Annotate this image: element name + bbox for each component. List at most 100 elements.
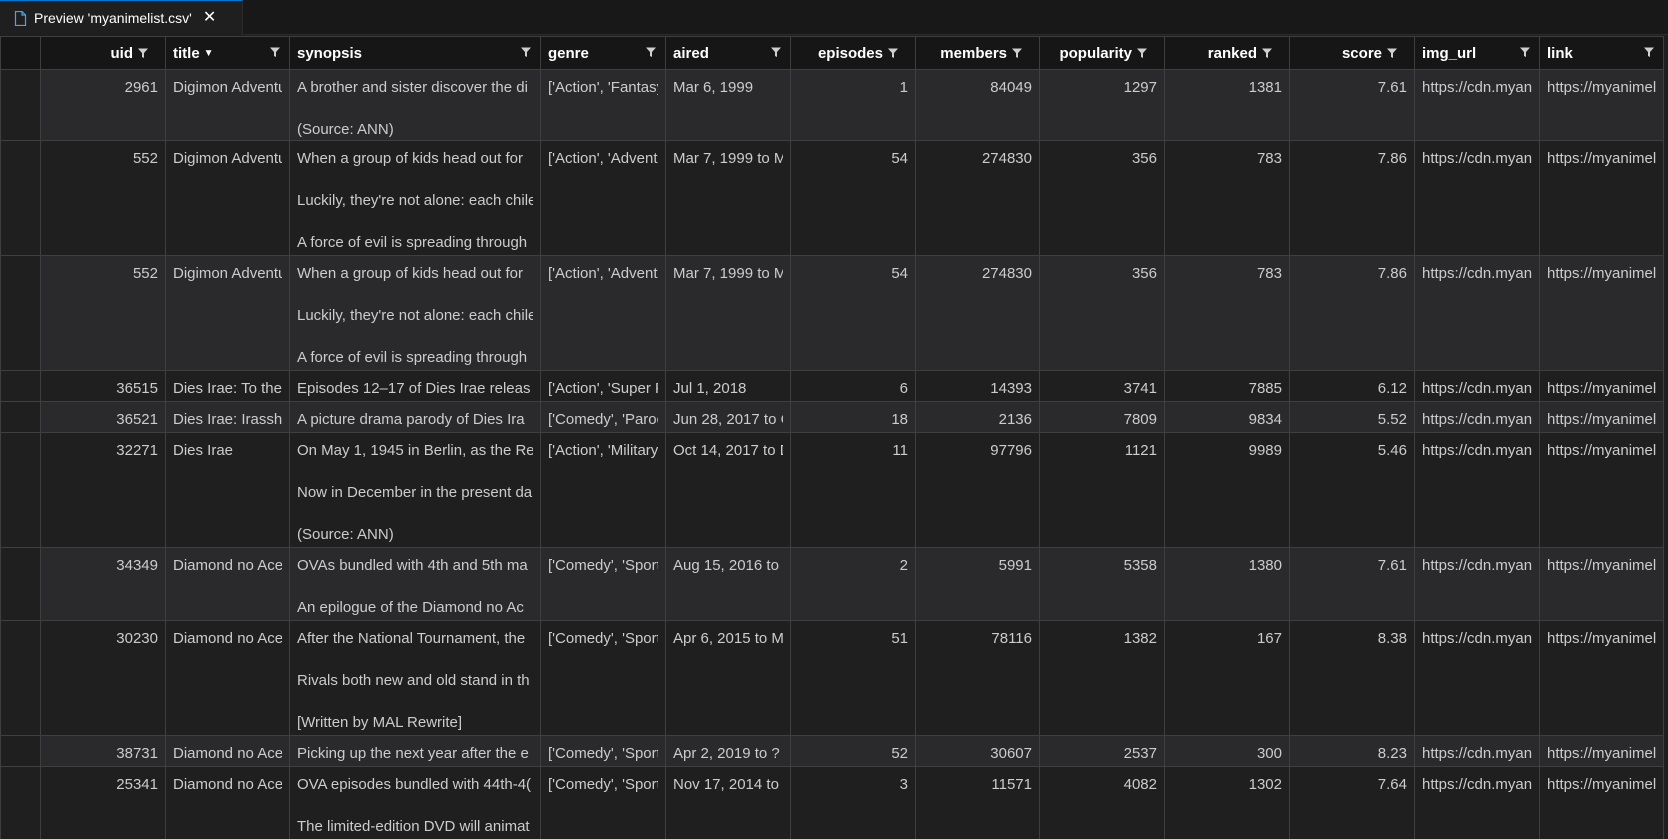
cell-uid[interactable]: 30230 [40,620,166,736]
column-header-aired[interactable]: aired [665,36,791,70]
table-row[interactable]: 2961 Digimon Adventu A brother and sister … [0,69,1664,141]
row-header[interactable] [0,370,41,402]
cell-popularity[interactable]: 4082 [1039,766,1165,839]
row-header[interactable] [0,255,41,371]
cell-ranked[interactable]: 9834 [1164,401,1290,433]
cell-title[interactable]: Diamond no Ace [165,766,290,839]
cell-episodes[interactable]: 18 [790,401,916,433]
cell-uid[interactable]: 36515 [40,370,166,402]
cell-synopsis[interactable]: When a group of kids head out for Luckily… [289,255,541,371]
cell-score[interactable]: 7.86 [1289,255,1415,371]
cell-popularity[interactable]: 1297 [1039,69,1165,141]
cell-synopsis[interactable]: A brother and sister discover the di (Sou… [289,69,541,141]
filter-icon[interactable] [270,47,280,57]
cell-img-url[interactable]: https://cdn.myan [1414,547,1540,621]
cell-link[interactable]: https://myanimel [1539,255,1664,371]
cell-score[interactable]: 8.23 [1289,735,1415,767]
cell-members[interactable]: 78116 [915,620,1040,736]
cell-uid[interactable]: 38731 [40,735,166,767]
filter-icon[interactable] [888,48,898,58]
cell-link[interactable]: https://myanimel [1539,547,1664,621]
cell-genre[interactable]: ['Action', 'Fantasy [540,69,666,141]
cell-popularity[interactable]: 1382 [1039,620,1165,736]
cell-members[interactable]: 11571 [915,766,1040,839]
row-header[interactable] [0,69,41,141]
cell-score[interactable]: 8.38 [1289,620,1415,736]
table-row[interactable]: 34349 Diamond no Ace OVAs bundled with 4th… [0,547,1664,621]
cell-members[interactable]: 97796 [915,432,1040,548]
cell-title[interactable]: Diamond no Ace [165,735,290,767]
cell-genre[interactable]: ['Action', 'Advent [540,255,666,371]
cell-title[interactable]: Digimon Adventu [165,255,290,371]
cell-score[interactable]: 6.12 [1289,370,1415,402]
cell-uid[interactable]: 36521 [40,401,166,433]
cell-episodes[interactable]: 54 [790,140,916,256]
cell-img-url[interactable]: https://cdn.myan [1414,766,1540,839]
cell-link[interactable]: https://myanimel [1539,735,1664,767]
cell-synopsis[interactable]: Episodes 12–17 of Dies Irae releas [289,370,541,402]
csv-data-grid[interactable]: uid title ▼ synopsis genre aired episodes membe… [0,36,1668,839]
column-header-score[interactable]: score [1289,36,1415,70]
cell-ranked[interactable]: 167 [1164,620,1290,736]
cell-genre[interactable]: ['Action', 'Military [540,432,666,548]
cell-ranked[interactable]: 1380 [1164,547,1290,621]
table-row[interactable]: 38731 Diamond no Ace Picking up the next y… [0,735,1664,767]
cell-popularity[interactable]: 356 [1039,255,1165,371]
cell-episodes[interactable]: 51 [790,620,916,736]
row-header[interactable] [0,547,41,621]
cell-synopsis[interactable]: When a group of kids head out for Luckily… [289,140,541,256]
table-row[interactable]: 32271 Dies Irae On May 1, 1945 in Berlin, … [0,432,1664,548]
filter-icon[interactable] [1012,48,1022,58]
filter-icon[interactable] [1520,47,1530,57]
cell-episodes[interactable]: 1 [790,69,916,141]
cell-uid[interactable]: 2961 [40,69,166,141]
cell-episodes[interactable]: 11 [790,432,916,548]
table-row[interactable]: 30230 Diamond no Ace After the National To… [0,620,1664,736]
sort-descending-icon[interactable]: ▼ [204,48,214,59]
table-row[interactable]: 36515 Dies Irae: To the I Episodes 12–17 o… [0,370,1664,402]
cell-img-url[interactable]: https://cdn.myan [1414,735,1540,767]
column-header-episodes[interactable]: episodes [790,36,916,70]
cell-episodes[interactable]: 2 [790,547,916,621]
cell-popularity[interactable]: 1121 [1039,432,1165,548]
cell-aired[interactable]: Oct 14, 2017 to D [665,432,791,548]
cell-members[interactable]: 274830 [915,255,1040,371]
cell-synopsis[interactable]: After the National Tournament, the Rivals… [289,620,541,736]
cell-members[interactable]: 274830 [915,140,1040,256]
cell-aired[interactable]: Mar 7, 1999 to M [665,255,791,371]
cell-ranked[interactable]: 783 [1164,140,1290,256]
cell-uid[interactable]: 34349 [40,547,166,621]
cell-img-url[interactable]: https://cdn.myan [1414,401,1540,433]
cell-link[interactable]: https://myanimel [1539,69,1664,141]
cell-genre[interactable]: ['Comedy', 'Sport [540,766,666,839]
cell-ranked[interactable]: 9989 [1164,432,1290,548]
cell-members[interactable]: 14393 [915,370,1040,402]
cell-members[interactable]: 2136 [915,401,1040,433]
column-header-ranked[interactable]: ranked [1164,36,1290,70]
cell-link[interactable]: https://myanimel [1539,140,1664,256]
column-header-synopsis[interactable]: synopsis [289,36,541,70]
cell-genre[interactable]: ['Comedy', 'Sport [540,620,666,736]
cell-link[interactable]: https://myanimel [1539,401,1664,433]
column-header-link[interactable]: link [1539,36,1664,70]
cell-title[interactable]: Digimon Adventu [165,140,290,256]
column-header-img-url[interactable]: img_url [1414,36,1540,70]
cell-img-url[interactable]: https://cdn.myan [1414,69,1540,141]
cell-score[interactable]: 7.61 [1289,69,1415,141]
cell-episodes[interactable]: 6 [790,370,916,402]
cell-popularity[interactable]: 3741 [1039,370,1165,402]
cell-aired[interactable]: Apr 2, 2019 to ? [665,735,791,767]
cell-score[interactable]: 7.61 [1289,547,1415,621]
cell-title[interactable]: Diamond no Ace [165,620,290,736]
cell-episodes[interactable]: 3 [790,766,916,839]
filter-icon[interactable] [1644,47,1654,57]
cell-img-url[interactable]: https://cdn.myan [1414,620,1540,736]
cell-ranked[interactable]: 7885 [1164,370,1290,402]
cell-ranked[interactable]: 300 [1164,735,1290,767]
cell-genre[interactable]: ['Action', 'Advent [540,140,666,256]
filter-icon[interactable] [771,47,781,57]
cell-score[interactable]: 5.46 [1289,432,1415,548]
cell-members[interactable]: 30607 [915,735,1040,767]
table-row[interactable]: 552 Digimon Adventu When a group of kids h… [0,140,1664,256]
row-header[interactable] [0,620,41,736]
